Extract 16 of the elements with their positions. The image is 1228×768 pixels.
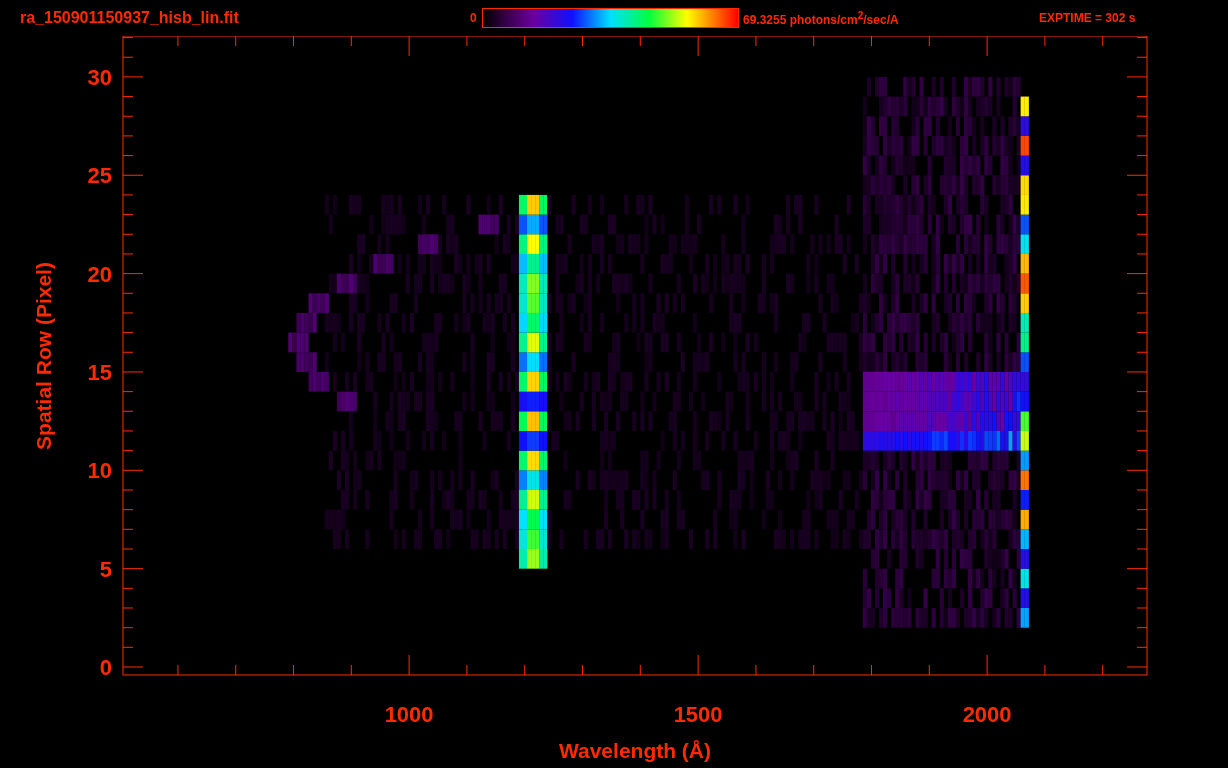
y-tick-label: 5 <box>99 556 112 582</box>
exposure-time-label: EXPTIME = 302 s <box>1039 11 1136 25</box>
y-axis-title: Spatial Row (Pixel) <box>32 262 55 450</box>
x-tick-label: 1000 <box>384 702 434 727</box>
file-name-title: ra_150901150937_hisb_lin.fit <box>20 9 240 27</box>
x-tick-label: 1500 <box>673 702 723 727</box>
x-tick-label: 2000 <box>962 702 1012 727</box>
y-tick-label: 25 <box>87 163 112 189</box>
y-tick-label: 20 <box>87 261 112 287</box>
y-tick-label: 15 <box>87 359 112 385</box>
y-tick-label: 0 <box>99 655 112 680</box>
colorbar-max-label: 69.3255 photons/cm$^{2}$/sec/A <box>743 9 900 27</box>
colorbar-min-label: 0 <box>470 11 478 25</box>
y-tick-label: 10 <box>87 458 112 484</box>
x-axis-title: Wavelength (Å) <box>558 739 712 762</box>
y-tick-label: 30 <box>87 64 112 90</box>
